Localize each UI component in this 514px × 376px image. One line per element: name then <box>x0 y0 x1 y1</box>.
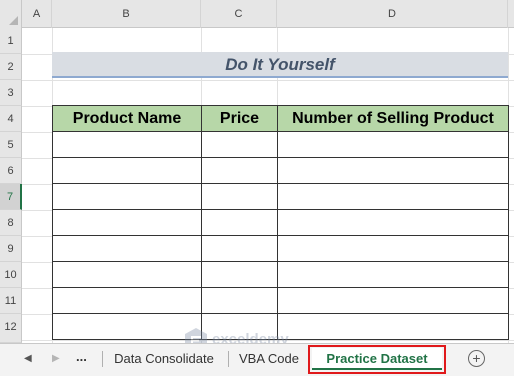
table-row <box>52 157 509 184</box>
table-cell[interactable] <box>277 287 509 314</box>
table-cell[interactable] <box>201 287 278 314</box>
table-row <box>52 313 509 340</box>
active-tab-highlight <box>308 345 446 374</box>
practice-table: Product Name Price Number of Selling Pro… <box>52 105 509 340</box>
gridline <box>22 80 514 81</box>
table-row <box>52 287 509 314</box>
row-header-2[interactable]: 2 <box>0 54 22 80</box>
header-number-of-selling-product[interactable]: Number of Selling Product <box>277 105 509 132</box>
table-cell[interactable] <box>277 235 509 262</box>
table-row <box>52 261 509 288</box>
table-cell[interactable] <box>52 261 202 288</box>
tab-data-consolidate[interactable]: Data Consolidate <box>104 348 224 370</box>
scroll-right-icon[interactable]: ▶ <box>52 353 60 364</box>
table-cell[interactable] <box>277 183 509 210</box>
header-product-name[interactable]: Product Name <box>52 105 202 132</box>
table-cell[interactable] <box>52 287 202 314</box>
table-row <box>52 235 509 262</box>
column-header-a[interactable]: A <box>22 0 52 28</box>
table-cell[interactable] <box>277 131 509 158</box>
table-cell[interactable] <box>52 209 202 236</box>
gridline <box>22 340 514 341</box>
row-header-7[interactable]: 7 <box>0 184 22 210</box>
row-header-1[interactable]: 1 <box>0 28 22 54</box>
table-row <box>52 209 509 236</box>
add-sheet-icon[interactable]: + <box>468 350 485 367</box>
page-title: Do It Yourself <box>225 55 335 74</box>
title-banner[interactable]: Do It Yourself <box>52 52 508 78</box>
row-header-3[interactable]: 3 <box>0 80 22 106</box>
tab-divider <box>102 351 103 367</box>
table-cell[interactable] <box>52 313 202 340</box>
table-cell[interactable] <box>277 261 509 288</box>
table-cell[interactable] <box>201 183 278 210</box>
scroll-left-icon[interactable]: ◀ <box>24 353 32 364</box>
column-header-c[interactable]: C <box>201 0 277 28</box>
table-cell[interactable] <box>201 313 278 340</box>
table-cell[interactable] <box>277 313 509 340</box>
table-cell[interactable] <box>201 261 278 288</box>
select-all-icon[interactable] <box>0 0 22 28</box>
table-cell[interactable] <box>52 183 202 210</box>
table-cell[interactable] <box>277 157 509 184</box>
table-cell[interactable] <box>52 131 202 158</box>
table-cell[interactable] <box>277 209 509 236</box>
more-sheets-button[interactable]: ... <box>76 349 87 364</box>
column-header-d[interactable]: D <box>277 0 508 28</box>
row-header-12[interactable]: 12 <box>0 314 22 343</box>
row-header-4[interactable]: 4 <box>0 106 22 132</box>
row-header-6[interactable]: 6 <box>0 158 22 184</box>
row-header-8[interactable]: 8 <box>0 210 22 236</box>
column-header-b[interactable]: B <box>52 0 201 28</box>
row-header-11[interactable]: 11 <box>0 288 22 314</box>
tab-divider <box>228 351 229 367</box>
table-cell[interactable] <box>52 235 202 262</box>
table-cell[interactable] <box>52 157 202 184</box>
tab-vba-code[interactable]: VBA Code <box>232 348 306 370</box>
header-price[interactable]: Price <box>201 105 278 132</box>
table-cell[interactable] <box>201 131 278 158</box>
row-header-5[interactable]: 5 <box>0 132 22 158</box>
table-cell[interactable] <box>201 235 278 262</box>
table-header-row: Product Name Price Number of Selling Pro… <box>52 105 509 132</box>
table-row <box>52 131 509 158</box>
table-cell[interactable] <box>201 157 278 184</box>
table-row <box>52 183 509 210</box>
row-header-10[interactable]: 10 <box>0 262 22 288</box>
row-header-9[interactable]: 9 <box>0 236 22 262</box>
table-cell[interactable] <box>201 209 278 236</box>
